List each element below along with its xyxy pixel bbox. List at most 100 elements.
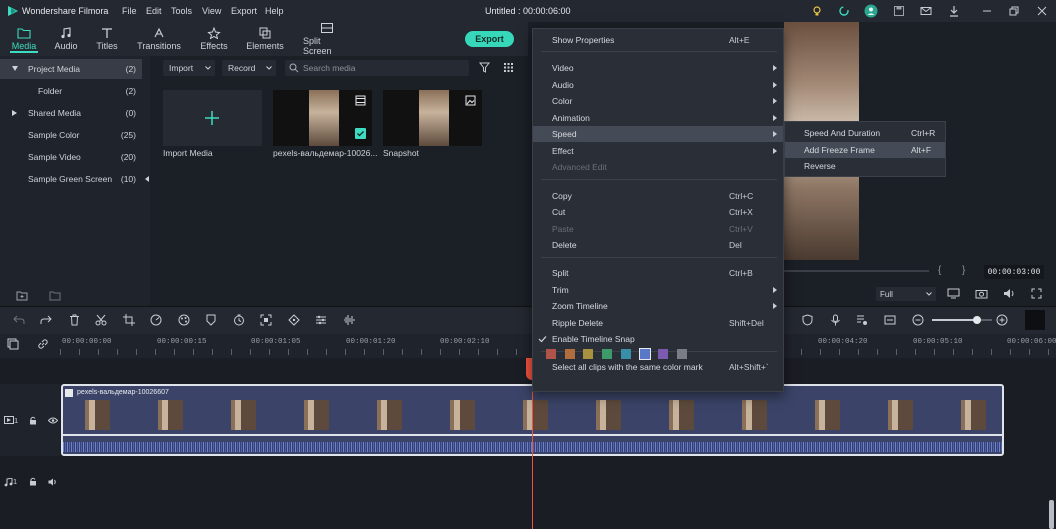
color-mark-swatch[interactable]: [546, 349, 556, 359]
camera-icon[interactable]: [975, 288, 988, 299]
color-mark-swatch[interactable]: [583, 349, 594, 359]
restore-icon[interactable]: [1006, 3, 1022, 19]
filter-icon[interactable]: [479, 62, 490, 73]
audio-wave-icon[interactable]: [341, 312, 357, 328]
adjust-icon[interactable]: [313, 312, 329, 328]
delete-icon[interactable]: [66, 312, 82, 328]
grid-view-icon[interactable]: [503, 62, 514, 73]
import-media-tile[interactable]: [163, 90, 262, 146]
eye-icon[interactable]: [48, 417, 58, 424]
import-dropdown[interactable]: Import: [163, 60, 215, 76]
color-palette-icon[interactable]: [176, 312, 192, 328]
cut-icon[interactable]: [93, 312, 109, 328]
account-icon[interactable]: [863, 3, 879, 19]
menu-item-audio[interactable]: Audio: [533, 77, 783, 93]
menu-tools[interactable]: Tools: [171, 6, 192, 16]
menu-item-animation[interactable]: Animation: [533, 110, 783, 126]
record-dropdown[interactable]: Record: [222, 60, 276, 76]
redo-icon[interactable]: [38, 312, 54, 328]
sync-icon[interactable]: [836, 3, 852, 19]
lock-icon[interactable]: [29, 477, 37, 486]
menu-item-copy[interactable]: Copy Ctrl+C: [533, 188, 783, 204]
menu-item-show-properties[interactable]: Show Properties Alt+E: [533, 32, 783, 48]
library-item-shared-media[interactable]: Shared Media (0): [0, 103, 142, 123]
zoom-out-icon[interactable]: [910, 312, 926, 328]
close-icon[interactable]: [1034, 3, 1050, 19]
menu-view[interactable]: View: [202, 6, 221, 16]
speed-icon[interactable]: [148, 312, 164, 328]
menu-edit[interactable]: Edit: [146, 6, 162, 16]
menu-item-video[interactable]: Video: [533, 60, 783, 76]
bracket-right-icon[interactable]: }: [962, 265, 965, 276]
tab-effects[interactable]: Effects: [199, 22, 229, 56]
menu-item-cut[interactable]: Cut Ctrl+X: [533, 204, 783, 220]
microphone-icon[interactable]: [827, 312, 843, 328]
color-mark-swatch[interactable]: [676, 349, 687, 359]
bracket-left-icon[interactable]: {: [938, 265, 941, 276]
menu-file[interactable]: File: [122, 6, 137, 16]
menu-item-select-same-color[interactable]: Select all clips with the same color mar…: [533, 359, 783, 375]
menu-item-reverse[interactable]: Reverse: [785, 158, 945, 174]
export-button[interactable]: Export: [465, 31, 514, 47]
playback-progress-bar[interactable]: [784, 270, 929, 272]
menu-item-ripple-delete[interactable]: Ripple Delete Shift+Del: [533, 315, 783, 331]
library-item-sample-color[interactable]: Sample Color (25): [0, 125, 142, 145]
color-mark-swatch-selected[interactable]: [638, 348, 651, 360]
menu-item-color[interactable]: Color: [533, 93, 783, 109]
menu-item-split[interactable]: Split Ctrl+B: [533, 265, 783, 281]
menu-item-delete[interactable]: Delete Del: [533, 237, 783, 253]
download-icon[interactable]: [946, 3, 962, 19]
voiceover-icon[interactable]: [854, 312, 870, 328]
zoom-slider[interactable]: [932, 316, 992, 324]
tab-media[interactable]: Media: [8, 22, 40, 56]
shield-icon[interactable]: [799, 312, 815, 328]
media-thumbnail-snapshot[interactable]: [383, 90, 482, 146]
color-mark-swatch[interactable]: [658, 349, 669, 359]
menu-item-add-freeze-frame[interactable]: Add Freeze Frame Alt+F: [785, 142, 945, 158]
tab-split-screen[interactable]: Split Screen: [303, 22, 351, 56]
fit-frame-icon[interactable]: [258, 312, 274, 328]
monitor-icon[interactable]: [947, 288, 960, 299]
lightbulb-icon[interactable]: [809, 3, 825, 19]
menu-item-effect[interactable]: Effect: [533, 143, 783, 159]
fullscreen-icon[interactable]: [1031, 288, 1042, 299]
marker-icon[interactable]: [203, 312, 219, 328]
add-track-icon[interactable]: [7, 338, 19, 350]
color-mark-swatch[interactable]: [564, 349, 575, 359]
search-input[interactable]: Search media: [285, 60, 469, 76]
collapse-panel-icon[interactable]: [145, 176, 149, 182]
menu-export[interactable]: Export: [231, 6, 257, 16]
menu-item-speed[interactable]: Speed: [533, 126, 783, 142]
folder-icon[interactable]: [49, 291, 61, 301]
menu-help[interactable]: Help: [265, 6, 284, 16]
media-thumbnail-video[interactable]: [273, 90, 372, 146]
lock-icon[interactable]: [29, 416, 37, 425]
zoom-in-icon[interactable]: [994, 312, 1010, 328]
menu-item-zoom-timeline[interactable]: Zoom Timeline: [533, 298, 783, 314]
new-folder-icon[interactable]: [16, 291, 28, 301]
undo-icon[interactable]: [11, 312, 27, 328]
color-mark-swatch[interactable]: [602, 349, 613, 359]
menu-item-enable-timeline-snap[interactable]: Enable Timeline Snap: [533, 331, 783, 347]
menu-item-trim[interactable]: Trim: [533, 282, 783, 298]
save-icon[interactable]: [891, 3, 907, 19]
volume-icon[interactable]: [1003, 288, 1016, 299]
minimize-icon[interactable]: [979, 3, 995, 19]
duration-icon[interactable]: [231, 312, 247, 328]
speaker-icon[interactable]: [48, 478, 57, 486]
library-item-sample-video[interactable]: Sample Video (20): [0, 147, 142, 167]
color-mark-swatch[interactable]: [620, 349, 631, 359]
zoom-slider-handle[interactable]: [973, 316, 981, 324]
vertical-scrollbar[interactable]: [1049, 500, 1054, 529]
tab-titles[interactable]: Titles: [94, 22, 120, 56]
keyframe-icon[interactable]: [286, 312, 302, 328]
quality-dropdown[interactable]: Full: [876, 287, 936, 301]
panel-toggle[interactable]: [1025, 310, 1045, 330]
library-item-sample-green-screen[interactable]: Sample Green Screen (10): [0, 169, 142, 189]
menu-item-speed-and-duration[interactable]: Speed And Duration Ctrl+R: [785, 125, 945, 141]
tab-audio[interactable]: Audio: [52, 22, 80, 56]
tab-elements[interactable]: Elements: [246, 22, 284, 56]
mail-icon[interactable]: [918, 3, 934, 19]
crop-icon[interactable]: [121, 312, 137, 328]
library-item-project-media[interactable]: Project Media (2): [0, 59, 142, 79]
